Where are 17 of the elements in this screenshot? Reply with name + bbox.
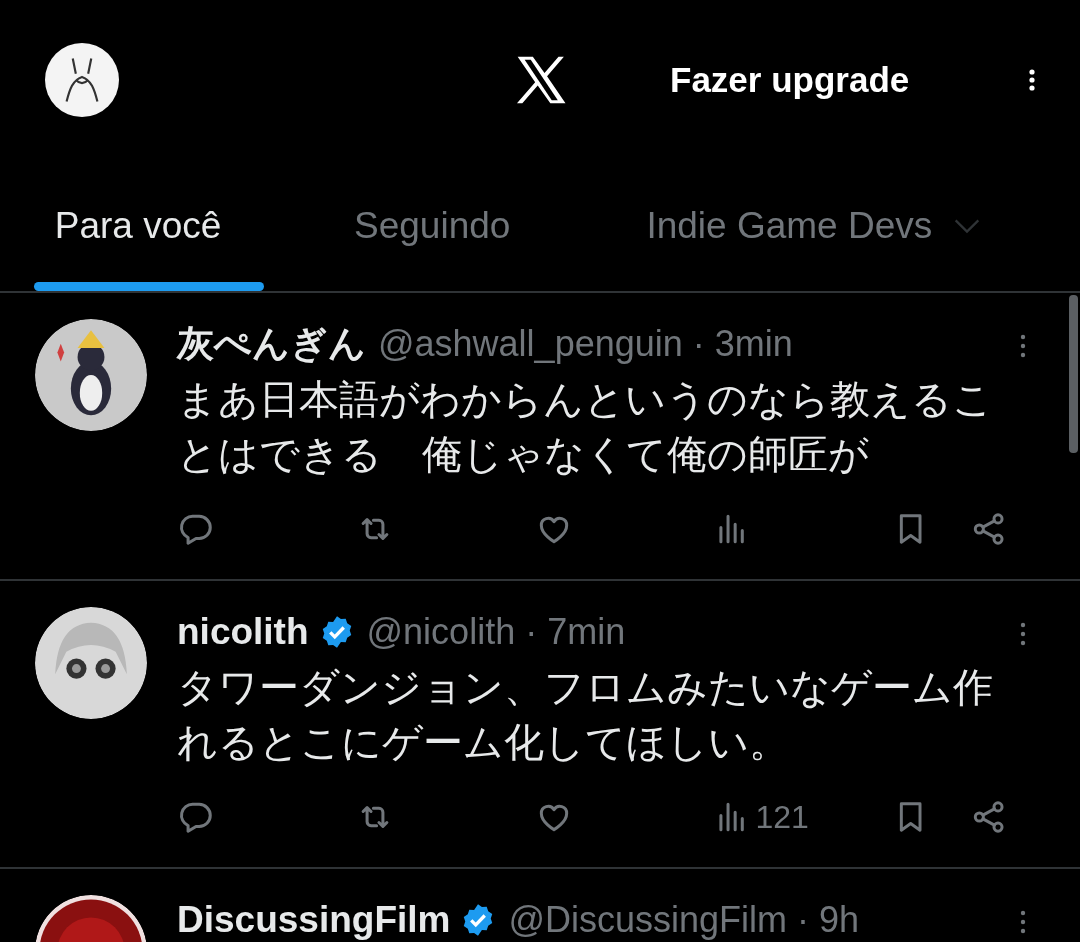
avatar[interactable] <box>35 607 147 719</box>
handle-and-time: @ashwall_penguin · 3min <box>378 323 793 365</box>
author-name[interactable]: 灰ぺんぎん <box>177 319 366 369</box>
post-text: タワーダンジョン、フロムみたいなゲーム作れるとこにゲーム化してほしい。 <box>177 664 994 766</box>
upgrade-button[interactable]: Fazer upgrade <box>670 60 910 100</box>
views-button[interactable]: 121 <box>713 798 809 836</box>
tab[interactable]: Seguindo <box>354 160 511 291</box>
author-name[interactable]: nicolith <box>177 611 309 653</box>
tab[interactable]: Indie Game Devs <box>646 160 985 291</box>
handle-and-time: @nicolith · 7min <box>366 611 626 653</box>
scrollbar[interactable] <box>1069 295 1078 453</box>
author-name[interactable]: DiscussingFilm <box>177 899 451 941</box>
avatar[interactable] <box>35 319 147 431</box>
tab[interactable]: Para você <box>0 160 264 291</box>
post-text: まあ日本語がわからんというのなら教えることはできる 俺じゃなくて俺の師匠が <box>177 376 994 478</box>
handle-and-time: @DiscussingFilm · 9h <box>508 899 860 941</box>
profile-avatar[interactable] <box>45 43 119 117</box>
